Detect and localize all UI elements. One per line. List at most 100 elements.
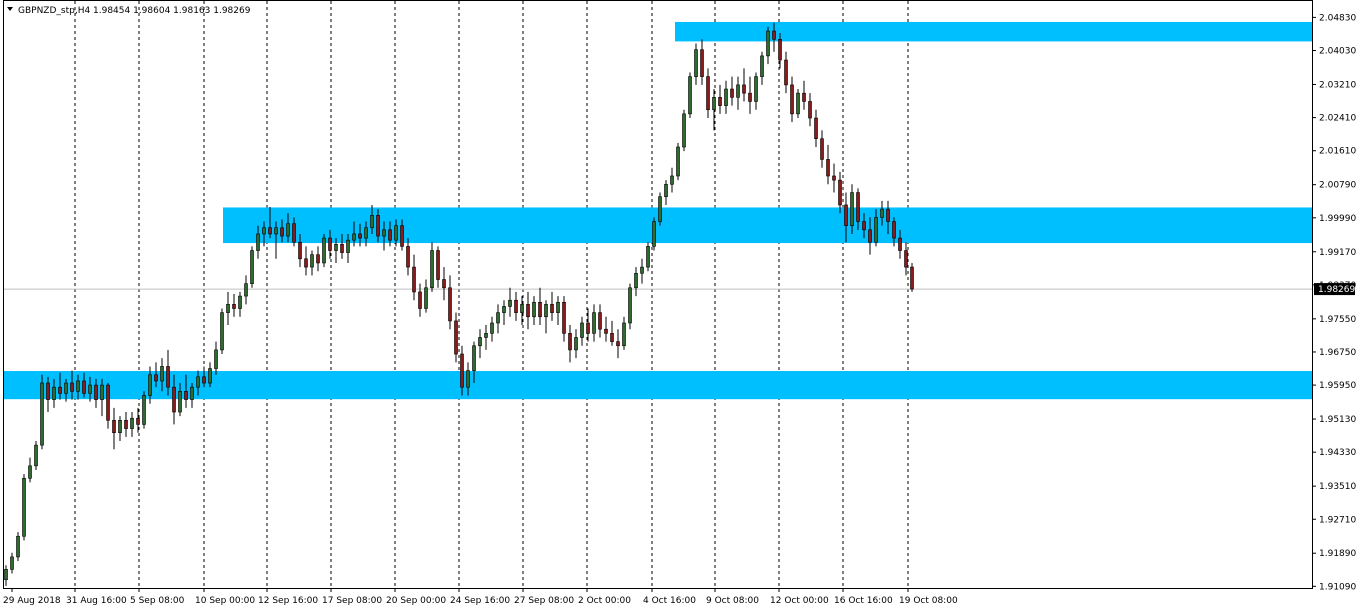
candle-bear	[598, 312, 602, 330]
candle-bull	[646, 246, 650, 268]
candle-bull	[754, 76, 758, 102]
candle-bear	[154, 374, 158, 382]
candle-bull	[52, 386, 56, 400]
x-tick-label: 9 Oct 08:00	[706, 596, 759, 606]
candle-bear	[358, 233, 362, 239]
candle-bull	[694, 49, 698, 77]
candle-bear	[562, 301, 566, 334]
candle-bear	[892, 221, 896, 239]
candle-bull	[244, 283, 248, 297]
candle-bear	[304, 258, 308, 268]
candle-bull	[10, 556, 14, 570]
current-price-tag: 1.98269	[1314, 283, 1355, 296]
y-tick-label: 1.91090	[1319, 582, 1356, 592]
candle-bear	[454, 320, 458, 355]
candle-bull	[286, 223, 290, 237]
x-tick-label: 19 Oct 08:00	[899, 596, 958, 606]
candle-bull	[178, 391, 182, 413]
candle-bear	[886, 208, 890, 222]
candle-bear	[910, 266, 914, 290]
candle-bull	[682, 113, 686, 148]
candle-bull	[466, 370, 470, 388]
x-tick-label: 4 Oct 16:00	[643, 596, 696, 606]
y-tick-label: 1.95130	[1319, 415, 1356, 425]
candle-bear	[448, 287, 452, 322]
candle-bear	[700, 49, 704, 77]
chart-canvas[interactable]: 2.04830 2.04030 2.03210 2.02410 2.01610 2.007…	[0, 0, 1356, 611]
x-tick-label: 2 Oct 00:00	[578, 596, 631, 606]
candle-bull	[484, 333, 488, 338]
candle-bear	[616, 341, 620, 347]
candle-bull	[658, 196, 662, 222]
zone-band	[675, 21, 1312, 42]
candle-bear	[820, 138, 824, 160]
candle-bull	[250, 250, 254, 284]
candle-bear	[316, 254, 320, 264]
candle-bear	[568, 333, 572, 351]
candle-bull	[34, 444, 38, 467]
candle-bull	[28, 465, 32, 479]
candle-bull	[766, 30, 770, 57]
candle-bear	[772, 30, 776, 40]
candle-bull	[364, 227, 368, 239]
candle-bull	[190, 386, 194, 400]
candle-bull	[430, 250, 434, 289]
candle-bear	[202, 376, 206, 384]
candle-bull	[88, 384, 92, 394]
candle-bull	[664, 183, 668, 197]
candle-bull	[208, 368, 212, 384]
candle-bear	[862, 221, 866, 231]
candle-bull	[100, 384, 104, 400]
candle-bear	[844, 204, 848, 226]
y-tick-label: 1.92710	[1319, 515, 1356, 525]
candle-bear	[748, 92, 752, 102]
chart-header: GBPNZD_stp,H4 1.98454 1.98604 1.98163 1.…	[7, 6, 251, 16]
candle-bear	[232, 304, 236, 309]
candle-bear	[514, 299, 518, 313]
x-tick-label: 16 Oct 16:00	[834, 596, 893, 606]
y-tick-label: 1.97550	[1319, 315, 1356, 325]
candle-bull	[118, 419, 122, 434]
y-tick-label: 1.99170	[1319, 248, 1356, 258]
candle-bull	[556, 301, 560, 313]
candle-bull	[622, 322, 626, 347]
y-tick-label: 2.04830	[1319, 13, 1356, 23]
price-chart[interactable]: 2.04830 2.04030 2.03210 2.02410 2.01610 2.007…	[0, 0, 1356, 611]
candle-bear	[340, 244, 344, 253]
candle-bull	[226, 304, 230, 313]
zone-band	[4, 371, 1312, 400]
candle-bull	[850, 192, 854, 226]
candle-bull	[64, 382, 68, 394]
candle-bear	[808, 101, 812, 119]
candle-bull	[652, 221, 656, 247]
candle-bull	[874, 217, 878, 243]
candle-bear	[460, 353, 464, 388]
x-tick-label: 31 Aug 16:00	[66, 596, 127, 606]
candle-bear	[778, 39, 782, 61]
candle-bear	[838, 179, 842, 206]
candle-bull	[574, 337, 578, 351]
candle-bull	[196, 376, 200, 388]
candle-bear	[124, 419, 128, 429]
candle-bull	[592, 312, 596, 334]
candle-bull	[688, 76, 692, 115]
x-tick-label: 12 Sep 16:00	[258, 596, 318, 606]
candle-bull	[880, 208, 884, 218]
time-axis: 29 Aug 2018 31 Aug 16:00 5 Sep 08:00 10 Sep…	[3, 588, 958, 606]
chart-border	[3, 0, 1313, 589]
candle-bear	[58, 386, 62, 394]
x-tick-label: 20 Sep 00:00	[386, 596, 446, 606]
x-tick-label: 10 Sep 00:00	[195, 596, 255, 606]
y-tick-label: 2.01610	[1319, 147, 1356, 157]
candle-bear	[406, 246, 410, 268]
candle-bull	[310, 254, 314, 268]
candle-bull	[370, 215, 374, 229]
candle-bear	[868, 229, 872, 243]
candle-bear	[70, 382, 74, 392]
candle-bull	[394, 225, 398, 241]
y-tick-label: 1.91890	[1319, 549, 1356, 559]
x-tick-label: 24 Sep 16:00	[450, 596, 510, 606]
candle-bear	[904, 250, 908, 268]
candle-bull	[214, 349, 218, 369]
candle-bear	[268, 227, 272, 235]
